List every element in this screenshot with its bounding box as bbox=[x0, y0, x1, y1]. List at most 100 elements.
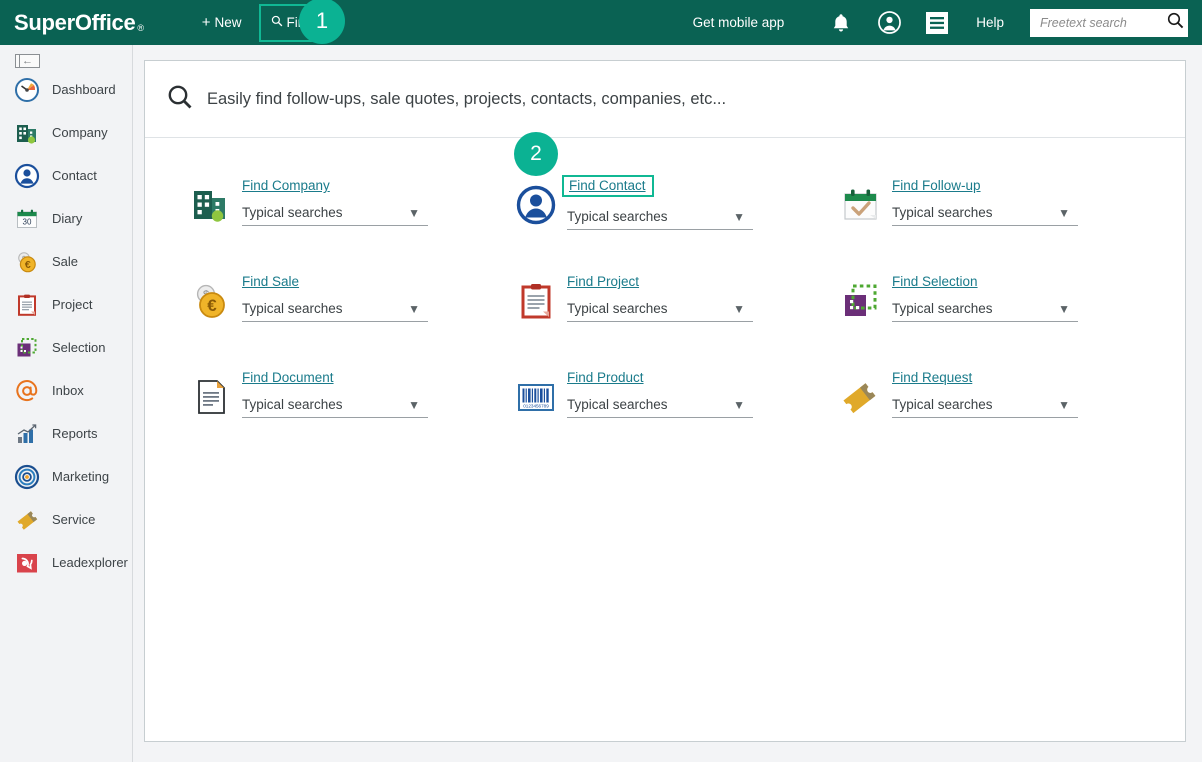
help-label: Help bbox=[976, 15, 1004, 30]
tile-find-request[interactable]: Find Request Typical searches ▼ bbox=[840, 356, 1165, 452]
ticket-icon bbox=[840, 376, 882, 418]
typical-searches-dropdown-followup[interactable]: Typical searches ▼ bbox=[892, 200, 1078, 226]
sidebar-item-marketing[interactable]: Marketing bbox=[0, 455, 132, 498]
typical-searches-dropdown-product[interactable]: Typical searches ▼ bbox=[567, 392, 753, 418]
sidebar-item-reports[interactable]: Reports bbox=[0, 412, 132, 455]
coin-euro-icon: $€ bbox=[14, 249, 40, 275]
sidebar-item-label: Sale bbox=[52, 254, 79, 269]
topbar-icon-group bbox=[828, 10, 950, 36]
chevron-down-icon: ▼ bbox=[408, 301, 420, 316]
tile-find-company[interactable]: Find Company Typical searches ▼ bbox=[190, 164, 515, 260]
find-sale-link[interactable]: Find Sale bbox=[242, 274, 299, 289]
selection-marquee-icon bbox=[14, 335, 40, 361]
svg-text:30: 30 bbox=[23, 217, 32, 226]
new-button-label: New bbox=[214, 15, 242, 30]
hamburger-menu-icon[interactable] bbox=[924, 10, 950, 36]
collapse-panel-icon[interactable]: ← bbox=[15, 54, 40, 68]
find-document-link[interactable]: Find Document bbox=[242, 370, 334, 385]
typical-searches-dropdown-document[interactable]: Typical searches ▼ bbox=[242, 392, 428, 418]
search-icon bbox=[167, 84, 193, 115]
sidebar-item-selection[interactable]: Selection bbox=[0, 326, 132, 369]
step-badge-1-label: 1 bbox=[315, 8, 329, 33]
ticket-icon bbox=[14, 507, 40, 533]
global-find-search-row[interactable]: Easily find follow-ups, sale quotes, pro… bbox=[145, 61, 1185, 138]
bar-chart-icon bbox=[14, 421, 40, 447]
coin-euro-icon: $€ bbox=[190, 280, 232, 322]
freetext-search-input[interactable] bbox=[1038, 14, 1167, 31]
contact-person-icon bbox=[14, 163, 40, 189]
get-mobile-app-link[interactable]: Get mobile app bbox=[693, 15, 785, 30]
tile-body: Find Company Typical searches ▼ bbox=[242, 178, 428, 226]
sidebar-item-inbox[interactable]: Inbox bbox=[0, 369, 132, 412]
tile-body: Find Project Typical searches ▼ bbox=[567, 274, 753, 322]
sidebar-item-leadexplorer[interactable]: Leadexplorer bbox=[0, 541, 132, 584]
sidebar-item-label: Inbox bbox=[52, 383, 84, 398]
plus-icon: + bbox=[201, 14, 211, 31]
sidebar-item-service[interactable]: Service bbox=[0, 498, 132, 541]
chevron-down-icon: ▼ bbox=[1058, 397, 1070, 412]
sidebar-item-label: Contact bbox=[52, 168, 97, 183]
search-icon bbox=[271, 15, 283, 30]
sidebar-item-label: Company bbox=[52, 125, 108, 140]
typical-searches-dropdown-contact[interactable]: Typical searches ▼ bbox=[567, 204, 753, 230]
svg-text:€: € bbox=[25, 259, 31, 271]
sidebar-item-company[interactable]: Company bbox=[0, 111, 132, 154]
sidebar-item-label: Service bbox=[52, 512, 96, 527]
find-contact-link[interactable]: Find Contact bbox=[562, 175, 654, 197]
find-main-panel: Easily find follow-ups, sale quotes, pro… bbox=[144, 60, 1186, 742]
dropdown-value: Typical searches bbox=[242, 397, 343, 412]
tile-body: Find Product Typical searches ▼ bbox=[567, 370, 753, 418]
typical-searches-dropdown-project[interactable]: Typical searches ▼ bbox=[567, 296, 753, 322]
dropdown-value: Typical searches bbox=[892, 205, 993, 220]
typical-searches-dropdown-sale[interactable]: Typical searches ▼ bbox=[242, 296, 428, 322]
contact-person-icon bbox=[515, 184, 557, 226]
find-company-link[interactable]: Find Company bbox=[242, 178, 330, 193]
tile-body: Find Selection Typical searches ▼ bbox=[892, 274, 1078, 322]
find-product-link[interactable]: Find Product bbox=[567, 370, 644, 385]
chevron-down-icon: ▼ bbox=[408, 397, 420, 412]
typical-searches-dropdown-company[interactable]: Typical searches ▼ bbox=[242, 200, 428, 226]
typical-searches-dropdown-selection[interactable]: Typical searches ▼ bbox=[892, 296, 1078, 322]
find-tiles-grid: Find Company Typical searches ▼ Find Con… bbox=[190, 138, 1185, 452]
tile-find-selection[interactable]: Find Selection Typical searches ▼ bbox=[840, 260, 1165, 356]
clipboard-icon bbox=[14, 292, 40, 318]
top-navigation-bar: SuperOffice ® + New Find 1 Get mobile ap… bbox=[0, 0, 1202, 45]
tile-find-project[interactable]: Find Project Typical searches ▼ bbox=[515, 260, 840, 356]
find-project-link[interactable]: Find Project bbox=[567, 274, 639, 289]
chevron-down-icon: ▼ bbox=[733, 209, 745, 224]
tile-body: Find Document Typical searches ▼ bbox=[242, 370, 428, 418]
typical-searches-dropdown-request[interactable]: Typical searches ▼ bbox=[892, 392, 1078, 418]
dropdown-value: Typical searches bbox=[242, 205, 343, 220]
sidebar-item-sale[interactable]: $€ Sale bbox=[0, 240, 132, 283]
sidebar-item-diary[interactable]: 30 Diary bbox=[0, 197, 132, 240]
sidebar-item-dashboard[interactable]: Dashboard bbox=[0, 68, 132, 111]
sidebar-item-project[interactable]: Project bbox=[0, 283, 132, 326]
find-request-link[interactable]: Find Request bbox=[892, 370, 972, 385]
new-button[interactable]: + New bbox=[202, 14, 242, 31]
logo-text: SuperOffice bbox=[14, 9, 136, 35]
tile-find-contact[interactable]: Find Contact Typical searches ▼ bbox=[515, 164, 840, 260]
calendar-check-icon bbox=[840, 184, 882, 226]
calendar-icon: 30 bbox=[14, 206, 40, 232]
sidebar-item-label: Reports bbox=[52, 426, 98, 441]
tile-find-followup[interactable]: Find Follow-up Typical searches ▼ bbox=[840, 164, 1165, 260]
sidebar-item-label: Selection bbox=[52, 340, 106, 355]
tile-find-document[interactable]: Find Document Typical searches ▼ bbox=[190, 356, 515, 452]
tile-body: Find Sale Typical searches ▼ bbox=[242, 274, 428, 322]
dropdown-value: Typical searches bbox=[242, 301, 343, 316]
sidebar-item-contact[interactable]: Contact bbox=[0, 154, 132, 197]
user-icon[interactable] bbox=[876, 10, 902, 36]
superoffice-logo[interactable]: SuperOffice ® bbox=[14, 10, 144, 36]
sidebar-item-label: Project bbox=[52, 297, 93, 312]
freetext-search-box[interactable] bbox=[1030, 8, 1188, 37]
search-icon[interactable] bbox=[1167, 12, 1184, 34]
tile-find-sale[interactable]: $€ Find Sale Typical searches ▼ bbox=[190, 260, 515, 356]
bell-icon[interactable] bbox=[828, 10, 854, 36]
find-followup-link[interactable]: Find Follow-up bbox=[892, 178, 981, 193]
tile-find-product[interactable]: 0123456789 Find Product Typical searches… bbox=[515, 356, 840, 452]
sidebar-item-label: Marketing bbox=[52, 469, 110, 484]
help-link[interactable]: Help bbox=[976, 15, 1004, 30]
find-selection-link[interactable]: Find Selection bbox=[892, 274, 978, 289]
step-badge-2-label: 2 bbox=[530, 142, 542, 165]
dropdown-value: Typical searches bbox=[892, 397, 993, 412]
